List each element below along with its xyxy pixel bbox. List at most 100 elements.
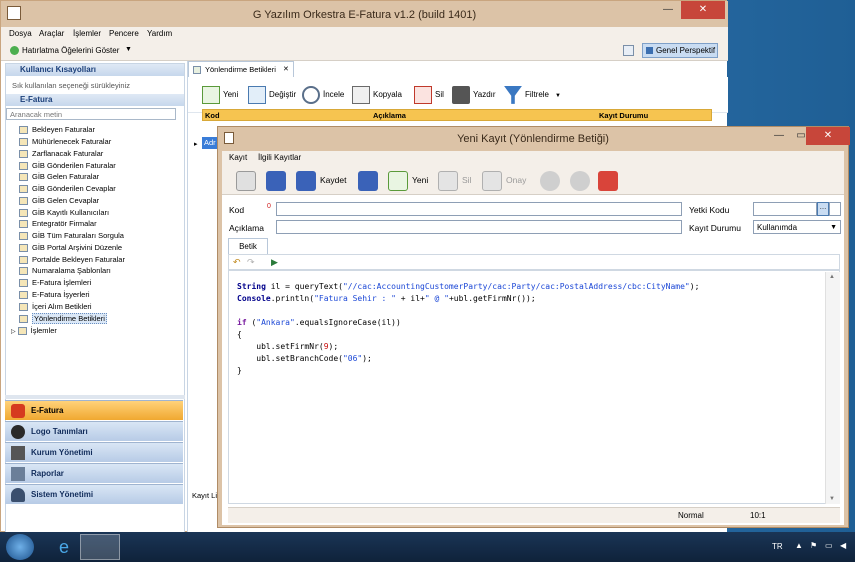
sidebar-item-efatura-islemleri[interactable]: E-Fatura İşlemleri [19,277,91,288]
network-icon[interactable]: ▭ [825,541,833,550]
save-button[interactable]: Kaydet [296,169,346,191]
nav-kurum-yonetimi[interactable]: Kurum Yönetimi [5,442,183,462]
sidebar-item-iceri-alim[interactable]: İçeri Alım Betikleri [19,301,92,312]
sidebar-item-zarflanacak[interactable]: Zarflanacak Faturalar [19,148,103,159]
sidebar-item-gib-gelen-cevaplar[interactable]: GİB Gelen Cevaplar [19,195,99,206]
tab-close-icon[interactable]: ✕ [283,62,289,78]
sidebar-item-gib-gonderilen[interactable]: GİB Gönderilen Faturalar [19,160,116,171]
code-line: ubl.setBranchCode("06"); [237,354,372,363]
menu-dosya[interactable]: Dosya [9,29,32,38]
undo-icon[interactable]: ↶ [233,257,241,268]
nav-logo-tanimlari[interactable]: Logo Tanımları [5,421,183,441]
main-title-bar[interactable]: G Yazılım Orkestra E-Fatura v1.2 (build … [1,1,728,27]
script-icon [19,315,28,324]
dialog-delete-button[interactable]: Sil [438,169,471,191]
dialog-menu-bar: Kayıt İlgili Kayıtlar [222,151,844,165]
kod-label: Kod [229,205,245,215]
menu-araclar[interactable]: Araçlar [39,29,64,38]
run-icon[interactable]: ▶ [271,257,278,268]
side-label: Kayıt Li [192,491,218,500]
sidebar-search-input[interactable]: Aranacak metin [6,108,176,120]
chevron-down-icon[interactable]: ▼ [125,46,132,53]
filter-button[interactable]: Filtrele ▼ [504,83,561,107]
sidebar-item-gib-gonderilen-cevaplar[interactable]: GİB Gönderilen Cevaplar [19,183,116,194]
check-button[interactable] [598,169,622,191]
code-editor[interactable]: String il = queryText("//cac:AccountingC… [228,270,840,504]
save-new-button[interactable] [266,169,290,191]
start-button[interactable] [6,534,34,560]
scroll-down-icon[interactable]: ▼ [829,496,835,502]
move-up-button[interactable] [540,169,564,191]
aciklama-input[interactable] [276,220,682,234]
sidebar-item-islemler[interactable]: ▷ İşlemler [11,325,57,336]
scroll-up-icon[interactable]: ▲ [829,274,835,280]
inspect-button[interactable]: İncele [302,83,344,107]
menu-islemler[interactable]: İşlemler [73,29,101,38]
perspective-button[interactable]: Genel Perspektif [642,43,718,58]
language-indicator[interactable]: TR [772,542,783,551]
menu-kayit[interactable]: Kayıt [229,153,247,162]
sidebar-item-efatura-isyerleri[interactable]: E-Fatura İşyerleri [19,289,90,300]
reminder-icon [10,46,19,55]
browse-button[interactable]: … [817,202,829,216]
approve-button[interactable]: Onay [482,169,526,191]
taskbar-app-icon[interactable] [80,534,120,560]
print-button[interactable]: Yazdır [452,83,496,107]
flag-icon[interactable]: ⚑ [810,541,817,550]
sidebar-item-yonlendirme[interactable]: Yönlendirme Betikleri [19,313,107,324]
yetki-kodu-input[interactable] [753,202,817,216]
sidebar-item-gib-kayitli[interactable]: GİB Kayıtlı Kullanıcıları [19,207,109,218]
tray-expand-icon[interactable]: ▲ [795,541,803,550]
sidebar-item-muhurlenecek[interactable]: Mühürlenecek Faturalar [19,136,111,147]
reminder-toggle[interactable]: Hatırlatma Öğelerini Göster [22,46,119,55]
nav-sistem-yonetimi[interactable]: Sistem Yönetimi [5,484,183,504]
tab-betik[interactable]: Betik [228,238,268,254]
search-icon [19,232,28,241]
sidebar-item-gib-gelen[interactable]: GİB Gelen Faturalar [19,171,99,182]
menu-yardim[interactable]: Yardım [147,29,172,38]
new-button[interactable]: Yeni [202,83,238,107]
save-add-button[interactable] [358,169,382,191]
menu-ilgili-kayitlar[interactable]: İlgili Kayıtlar [258,153,301,162]
kod-input[interactable] [276,202,682,216]
add-button[interactable] [236,169,260,191]
kayit-durumu-select[interactable]: Kullanımda ▼ [753,220,841,234]
move-down-button[interactable] [570,169,594,191]
shortcuts-header[interactable]: Kullanıcı Kısayolları [6,64,184,76]
tab-yonlendirme-betikleri[interactable]: Yönlendirme Betikleri ✕ [188,61,294,77]
sidebar-item-entegrator[interactable]: Entegratör Firmalar [19,218,97,229]
chevron-down-icon[interactable]: ▼ [555,93,561,99]
chevron-down-icon[interactable]: ▼ [830,221,837,234]
reply-icon [19,185,28,194]
editor-scrollbar[interactable]: ▲ ▼ [825,272,840,504]
sidebar-item-gib-portal[interactable]: GİB Portal Arşivini Düzenle [19,242,122,253]
logo-icon [11,425,25,439]
efatura-header[interactable]: E-Fatura [6,94,184,106]
taskbar-browser-icon[interactable]: e [50,534,78,560]
column-kod[interactable]: Kod [205,111,220,120]
sidebar-item-bekleyen-faturalar[interactable]: Bekleyen Faturalar [19,124,95,135]
copy-button[interactable]: Kopyala [352,83,402,107]
editor-status-bar: Normal 10:1 [228,507,840,523]
sidebar-item-gib-sorgula[interactable]: GİB Tüm Faturaları Sorgula [19,230,124,241]
dialog-new-button[interactable]: Yeni [388,169,428,191]
edit-button[interactable]: Değiştir [248,83,296,107]
sidebar-item-portalde-bekleyen[interactable]: Portalde Bekleyen Faturalar [19,254,125,265]
layout-icon[interactable] [623,45,634,56]
lookup-button[interactable] [829,202,841,216]
sidebar-item-numaralama[interactable]: Numaralama Şablonları [19,265,111,276]
redo-icon[interactable]: ↷ [247,257,255,268]
splitter[interactable] [5,395,185,399]
volume-icon[interactable]: ◀ [840,541,846,550]
expand-icon[interactable]: ▷ [11,329,16,335]
code-text[interactable]: String il = queryText("//cac:AccountingC… [237,281,817,377]
column-kayit-durumu[interactable]: Kayıt Durumu [599,111,648,120]
nav-efatura[interactable]: E-Fatura [5,400,183,420]
column-aciklama[interactable]: Açıklama [373,111,406,120]
dialog-title: Yeni Kayıt (Yönlendirme Betiği) [457,133,609,145]
menu-pencere[interactable]: Pencere [109,29,139,38]
dialog-close-button[interactable]: ✕ [806,127,850,145]
close-button[interactable]: ✕ [681,1,725,19]
delete-button[interactable]: Sil [414,83,444,107]
nav-raporlar[interactable]: Raporlar [5,463,183,483]
